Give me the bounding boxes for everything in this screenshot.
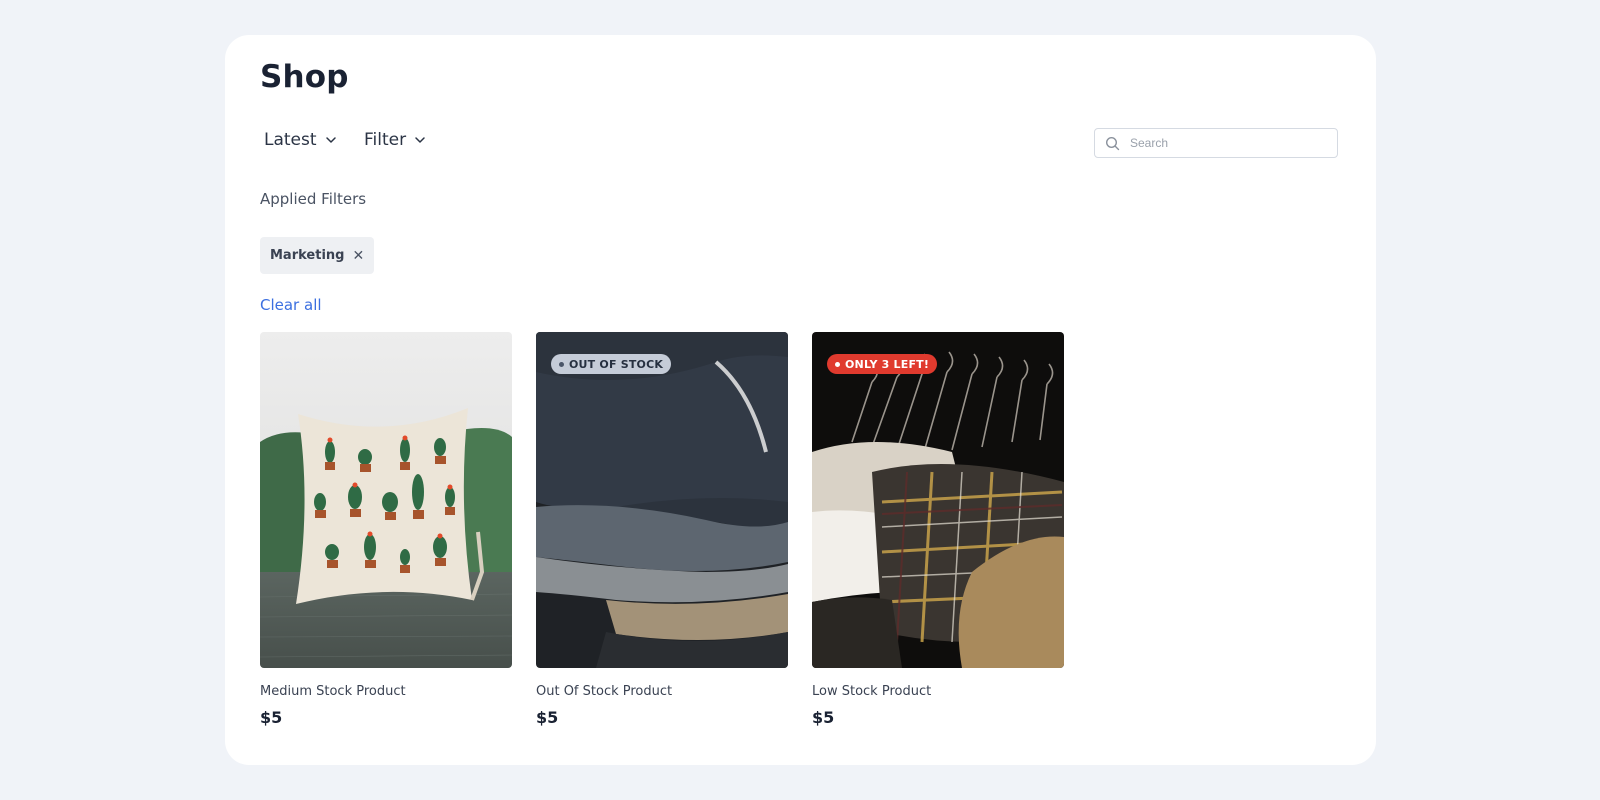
chevron-down-icon (325, 134, 337, 146)
badge-label: OUT OF STOCK (569, 357, 664, 371)
product-image[interactable]: ONLY 3 LEFT! (812, 332, 1064, 668)
product-price: $5 (812, 708, 835, 727)
product-price: $5 (536, 708, 559, 727)
product-image[interactable]: OUT OF STOCK (536, 332, 788, 668)
chevron-down-icon (414, 134, 426, 146)
product-name: Medium Stock Product (260, 684, 406, 699)
filter-dropdown-label: Filter (364, 130, 407, 150)
filter-chip-label: Marketing (270, 248, 345, 263)
product-name: Low Stock Product (812, 684, 932, 699)
search-box (1094, 128, 1338, 158)
filter-chip-marketing: Marketing ✕ (260, 237, 375, 274)
applied-filters-heading: Applied Filters (260, 190, 367, 208)
badge-label: ONLY 3 LEFT! (845, 357, 930, 371)
sort-dropdown[interactable]: Latest (264, 130, 337, 150)
filter-dropdown[interactable]: Filter (364, 130, 426, 150)
product-image[interactable] (260, 332, 512, 668)
product-name: Out Of Stock Product (536, 684, 673, 699)
low-stock-badge: ONLY 3 LEFT! (827, 354, 938, 374)
out-of-stock-badge: OUT OF STOCK (551, 354, 672, 374)
search-icon (1105, 136, 1120, 151)
product-card-out-of-stock[interactable]: OUT OF STOCK Out Of Stock Product $5 (536, 332, 788, 727)
shop-card: Shop Latest Filter Applied Filters Marke… (225, 35, 1376, 765)
clear-all-link[interactable]: Clear all (260, 296, 322, 314)
search-input[interactable] (1128, 129, 1332, 157)
sort-dropdown-label: Latest (264, 130, 317, 150)
page-title: Shop (260, 59, 349, 95)
product-card-low-stock[interactable]: ONLY 3 LEFT! Low Stock Product $5 (812, 332, 1064, 727)
close-icon[interactable]: ✕ (352, 248, 364, 264)
status-dot-icon (835, 361, 840, 367)
product-price: $5 (260, 708, 283, 727)
status-dot-icon (559, 361, 564, 367)
product-card-medium-stock[interactable]: Medium Stock Product $5 (260, 332, 512, 727)
